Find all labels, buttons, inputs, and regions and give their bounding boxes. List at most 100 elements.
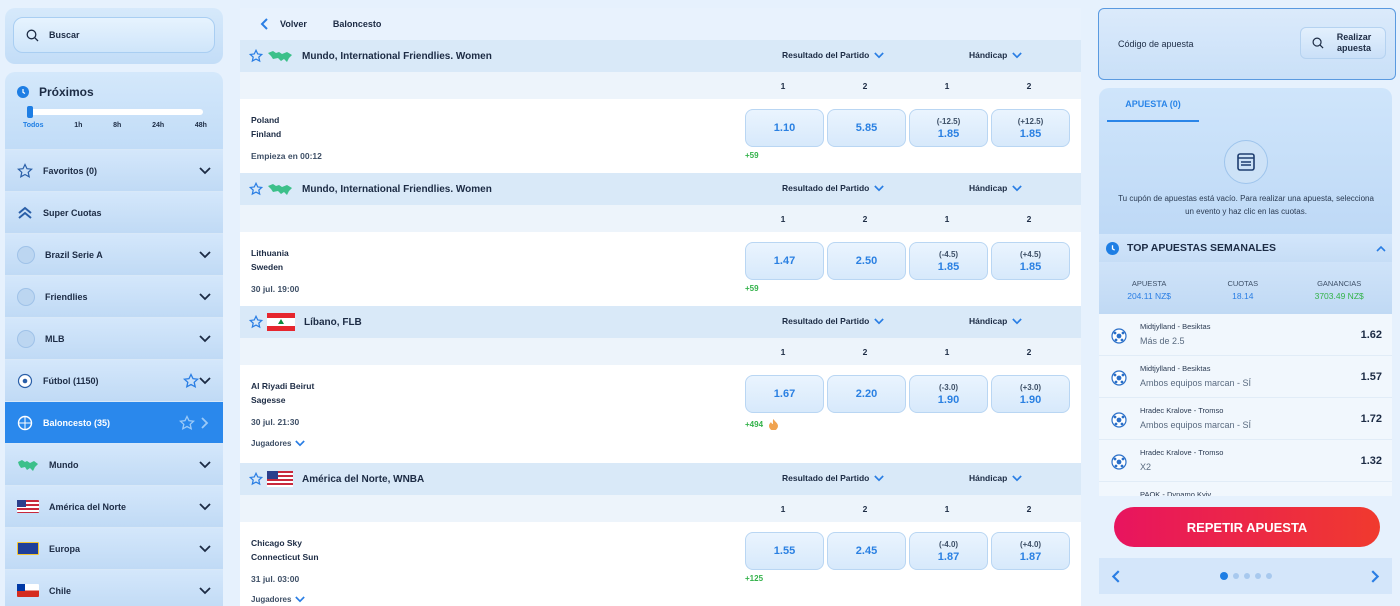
sidebar-item-world[interactable]: Mundo [5,443,223,485]
world-map-icon [17,459,39,471]
sidebar-item-basketball[interactable]: Baloncesto (35) [5,401,223,443]
favorite-star-icon[interactable] [249,49,263,63]
market-result-dropdown[interactable]: Resultado del Partido [782,473,885,483]
odds-column-headers: 1 2 1 2 [240,495,1081,522]
sidebar-item-europe[interactable]: Europa [5,527,223,569]
market-result-dropdown[interactable]: Resultado del Partido [782,316,885,326]
odd-button-2[interactable]: 2.45 [827,532,906,570]
more-markets-link[interactable]: +125 [745,574,763,583]
odd-button-1[interactable]: 1.47 [745,242,824,280]
place-bet-button[interactable]: Realizar apuesta [1300,27,1386,59]
sidebar-item-super-odds[interactable]: Super Cuotas [5,191,223,233]
players-dropdown[interactable]: Jugadores [251,595,306,604]
handicap-button-1[interactable]: (-4.5) 1.85 [909,242,988,280]
sidebar-item-football[interactable]: Fútbol (1150) [5,359,223,401]
search-input[interactable]: Buscar [13,17,215,53]
top-bet-row[interactable]: Hradec Kralove - Tromso Ambos equipos ma… [1099,398,1392,440]
sidebar-item-favorites[interactable]: Favoritos (0) [5,149,223,191]
more-markets-link[interactable]: +59 [745,284,759,293]
breadcrumb: Volver Baloncesto [240,8,1081,40]
sidebar-item-brazil-serie-a[interactable]: Brazil Serie A [5,233,223,275]
market-handicap-dropdown[interactable]: Hándicap [969,473,1023,483]
section-title: Baloncesto [332,19,382,29]
sidebar-item-chile[interactable]: Chile [5,569,223,606]
chevron-down-icon [199,585,211,597]
chevron-left-icon[interactable] [1111,569,1120,583]
odd-button-2[interactable]: 5.85 [827,109,906,147]
top-bet-row[interactable]: Midtjylland - Besiktas Ambos equipos mar… [1099,356,1392,398]
column-header: 2 [862,214,868,224]
market-handicap-dropdown[interactable]: Hándicap [969,50,1023,60]
column-header: 2 [1026,504,1032,514]
slider-handle[interactable] [27,106,33,118]
tick-8h[interactable]: 8h [113,122,121,129]
odd-button-1[interactable]: 1.67 [745,375,824,413]
event-teams[interactable]: Lithuania Sweden [251,246,289,274]
top-bet-row[interactable]: Hradec Kralove - Tromso X2 1.32 [1099,440,1392,482]
top-bet-row[interactable]: Midtjylland - Besiktas Más de 2.5 1.62 [1099,314,1392,356]
sidebar-item-north-america[interactable]: América del Norte [5,485,223,527]
handicap-button-1[interactable]: (-12.5) 1.85 [909,109,988,147]
sidebar-item-friendlies[interactable]: Friendlies [5,275,223,317]
dot[interactable] [1265,573,1272,579]
chevron-down-icon [874,474,885,482]
away-team: Sagesse [251,395,286,405]
clock-icon [1106,241,1119,255]
event-row[interactable]: Chicago Sky Connecticut Sun 31 jul. 03:00… [240,522,1081,606]
players-dropdown[interactable]: Jugadores [251,439,306,448]
repeat-bet-button[interactable]: REPETIR APUESTA [1114,507,1380,547]
tick-all[interactable]: Todos [23,122,43,129]
bet-selection: Más de 2.5 [1140,336,1185,346]
market-result-dropdown[interactable]: Resultado del Partido [782,183,885,193]
favorite-star-icon[interactable] [249,182,263,196]
tick-24h[interactable]: 24h [152,122,164,129]
handicap-button-2[interactable]: (+4.0) 1.87 [991,532,1070,570]
market-handicap-dropdown[interactable]: Hándicap [969,316,1023,326]
away-team: Finland [251,129,282,139]
odd-button-1[interactable]: 1.10 [745,109,824,147]
favorite-star-icon[interactable] [249,315,263,329]
back-link[interactable]: Volver [280,19,307,29]
odd-button-2[interactable]: 2.20 [827,375,906,413]
more-markets-link[interactable]: +59 [745,151,759,160]
event-teams[interactable]: Al Riyadi Beirut Sagesse [251,379,314,407]
more-markets-link[interactable]: +494 [745,419,779,430]
market-result-dropdown[interactable]: Resultado del Partido [782,50,885,60]
column-header: 2 [862,81,868,91]
event-row[interactable]: Poland Finland Empieza en 00:12 1.10 5.85 (-… [240,99,1081,173]
tick-1h[interactable]: 1h [74,122,82,129]
soccer-ball-icon [1111,454,1127,470]
event-teams[interactable]: Chicago Sky Connecticut Sun [251,536,319,564]
handicap-button-1[interactable]: (-4.0) 1.87 [909,532,988,570]
dot[interactable] [1243,573,1250,579]
league-header: Líbano, FLB Resultado del Partido Hándic… [240,306,1081,338]
sidebar-item-mlb[interactable]: MLB [5,317,223,359]
event-row[interactable]: Al Riyadi Beirut Sagesse 30 jul. 21:30 1.6… [240,365,1081,463]
bet-code-input[interactable]: Código de apuesta [1118,39,1194,49]
tab-bets[interactable]: APUESTA (0) [1107,88,1199,122]
league-title: Mundo, International Friendlies. Women [302,50,492,62]
chevron-up-icon[interactable] [1376,245,1386,252]
top-bet-row[interactable]: PAOK - Dynamo Kyiv [1099,482,1392,496]
dot[interactable] [1254,573,1261,579]
chevron-left-icon[interactable] [260,18,268,30]
favorite-star-icon[interactable] [179,414,195,431]
chevron-right-icon[interactable] [1371,569,1380,583]
favorite-star-icon[interactable] [183,372,199,389]
odd-button-2[interactable]: 2.50 [827,242,906,280]
tick-48h[interactable]: 48h [195,122,207,129]
dot[interactable] [1232,573,1239,579]
handicap-button-1[interactable]: (-3.0) 1.90 [909,375,988,413]
market-handicap-dropdown[interactable]: Hándicap [969,183,1023,193]
chevron-down-icon [874,317,885,325]
handicap-button-2[interactable]: (+4.5) 1.85 [991,242,1070,280]
handicap-button-2[interactable]: (+3.0) 1.90 [991,375,1070,413]
dot[interactable] [1219,572,1228,580]
column-header: 2 [1026,347,1032,357]
time-slider[interactable] [27,106,203,118]
handicap-button-2[interactable]: (+12.5) 1.85 [991,109,1070,147]
event-teams[interactable]: Poland Finland [251,113,281,141]
favorite-star-icon[interactable] [249,472,263,486]
event-row[interactable]: Lithuania Sweden 30 jul. 19:00 1.47 2.50 (-4… [240,232,1081,306]
odd-button-1[interactable]: 1.55 [745,532,824,570]
